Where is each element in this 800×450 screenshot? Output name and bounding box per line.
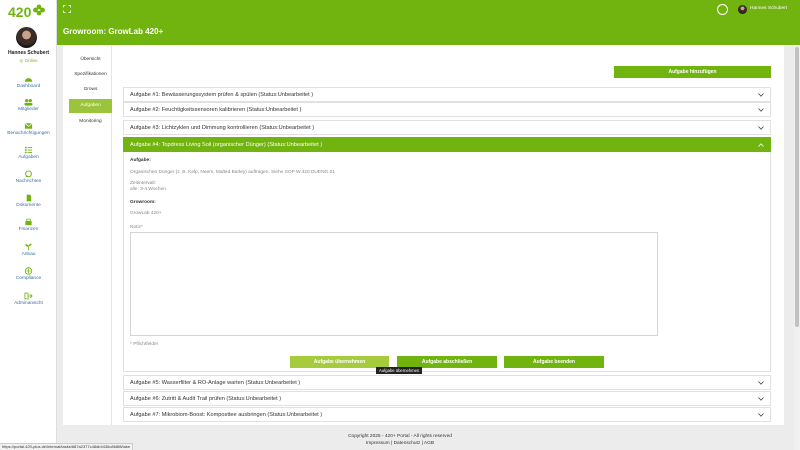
scrollbar-thumb[interactable] [795,47,799,327]
nav-aufgaben[interactable]: Aufgaben [0,146,57,160]
admin-icon [24,292,33,300]
task-item-5[interactable]: Aufgabe #5: Wasserfilter & RO-Anlage war… [123,375,771,390]
user-avatar[interactable] [16,27,37,48]
task-item-1[interactable]: Aufgabe #1: Bewässerungssystem prüfen & … [123,87,771,102]
nav-dashboard-label: Dashboard [16,84,41,89]
tab-uebersicht[interactable]: Übersicht [69,53,112,67]
user-status-label: Online [24,58,38,63]
fullscreen-icon[interactable] [717,4,728,15]
nav-anbau[interactable]: Anbau [0,243,57,257]
growroom-value: GrowLab 420+ [130,211,162,216]
task-item-4-open[interactable]: Aufgabe #4: Topdress Living Soil (organi… [123,137,771,152]
nav-finanzen-label: Finanzen [18,227,39,232]
tab-list: Übersicht Spezifikationen Grows Aufgaben… [63,45,112,425]
nav-finanzen[interactable]: Finanzen [0,218,57,232]
impressum-link[interactable]: Impressum [366,441,390,446]
task-detail-panel: Aufgabe: Organischen Dünger (z. B. Kelp,… [123,152,771,372]
chevron-down-icon [758,126,764,130]
aufgabe-label: Aufgabe: [130,158,151,163]
status-bar-url: https://portal.420-plus.de/internal/task… [0,443,134,450]
task-title: Aufgabe #4: Topdress Living Soil (organi… [130,142,323,148]
page-title: Growroom: GrowLab 420+ [63,27,164,36]
top-header: Growroom: GrowLab 420+ Hannes Schubert [57,0,800,45]
nav-dashboard[interactable]: Dashboard [0,75,57,89]
expand-icon[interactable] [63,5,71,13]
notiz-textarea[interactable] [130,232,658,336]
members-icon [24,99,33,106]
online-indicator-icon: ◎ [19,58,24,63]
nav-benachrichtigungen-label: Benachrichtigungen [7,131,50,136]
chevron-down-icon [758,381,764,385]
task-title: Aufgabe #1: Bewässerungssystem prüfen & … [130,92,314,98]
agb-link[interactable]: AGB [424,441,434,446]
nav-dokumente-label: Dokumente [16,203,41,208]
zeitintervall-value: alle: 3-4 Wochen [130,187,166,192]
tab-monitoring[interactable]: Monitoring [69,115,112,129]
zeitintervall-label: Zeitintervall: [130,181,156,186]
chevron-down-icon [758,413,764,417]
header-user-name[interactable]: Hannes Schubert [750,6,787,11]
tab-spezifikationen[interactable]: Spezifikationen [69,68,112,82]
page-scrollbar[interactable] [794,45,800,450]
nav-nachrichten-label: Nachrichten [15,179,42,184]
end-task-button[interactable]: Aufgabe beenden [504,356,604,368]
plant-icon [25,243,32,251]
notiz-label: Notiz* [130,225,143,230]
nav-anbau-label: Anbau [21,252,36,257]
aufgabe-text: Organischen Dünger (z. B. Kelp, Neem, Ma… [130,170,335,175]
nav-mitglieder[interactable]: Mitglieder [0,98,57,112]
nav-benachrichtigungen[interactable]: Benachrichtigungen [0,122,57,136]
take-task-button[interactable]: Aufgabe übernehmen [290,356,389,368]
nav-compliance-label: Compliance [15,276,42,281]
nav-adminansicht-label: Adminansicht [14,301,43,306]
task-item-2[interactable]: Aufgabe #2: Feuchtigkeitssensoren kalibr… [123,102,771,117]
tasks-icon [24,146,33,154]
task-item-6[interactable]: Aufgabe #6: Zutritt & Audit Trail prüfen… [123,391,771,406]
chevron-down-icon [758,93,764,97]
finance-icon [25,218,32,226]
user-name: Hannes Schubert [7,50,50,56]
header-avatar[interactable] [738,5,747,14]
chevron-down-icon [758,108,764,112]
task-title: Aufgabe #7: Mikrobiom-Boost: Komposttee … [130,412,323,418]
datenschutz-link[interactable]: Datenschutz [394,441,421,446]
sidebar: 420 Hannes Schubert ◎ Online Dashboard M… [0,0,57,450]
task-title: Aufgabe #5: Wasserfilter & RO-Anlage war… [130,380,301,386]
task-title: Aufgabe #2: Feuchtigkeitssensoren kalibr… [130,107,302,113]
growroom-label: Growroom: [130,200,156,205]
add-task-button[interactable]: Aufgabe hinzufügen [614,66,771,78]
dashboard-icon [24,78,33,82]
task-item-7[interactable]: Aufgabe #7: Mikrobiom-Boost: Komposttee … [123,407,771,422]
mail-icon [24,123,33,129]
chat-icon [25,170,32,178]
main-content: Übersicht Spezifikationen Grows Aufgaben… [63,45,784,425]
scale-icon [24,267,33,275]
task-title: Aufgabe #3: Lichtzyklen und Dimmung kont… [130,125,315,131]
app-logo[interactable]: 420 [7,2,45,20]
tab-grows[interactable]: Grows [69,83,112,97]
nav-compliance[interactable]: Compliance [0,267,57,281]
user-status: ◎ Online [0,58,57,64]
document-icon [26,194,32,202]
nav-dokumente[interactable]: Dokumente [0,194,57,208]
task-item-3[interactable]: Aufgabe #3: Lichtzyklen und Dimmung kont… [123,120,771,135]
task-title: Aufgabe #6: Zutritt & Audit Trail prüfen… [130,396,282,402]
tooltip: Aufgabe übernehmen [376,367,423,374]
required-note: * Pflichtfelder [130,342,159,347]
nav-mitglieder-label: Mitglieder [18,107,39,112]
tab-aufgaben[interactable]: Aufgaben [69,99,112,113]
nav-aufgaben-label: Aufgaben [18,155,39,160]
nav-adminansicht[interactable]: Adminansicht [0,292,57,306]
logo-text: 420 [8,4,32,20]
footer-copyright: Copyright 2025 - 420+ Portal - All right… [348,434,452,439]
chevron-up-icon [758,143,764,147]
nav-nachrichten[interactable]: Nachrichten [0,170,57,184]
chevron-down-icon [758,397,764,401]
